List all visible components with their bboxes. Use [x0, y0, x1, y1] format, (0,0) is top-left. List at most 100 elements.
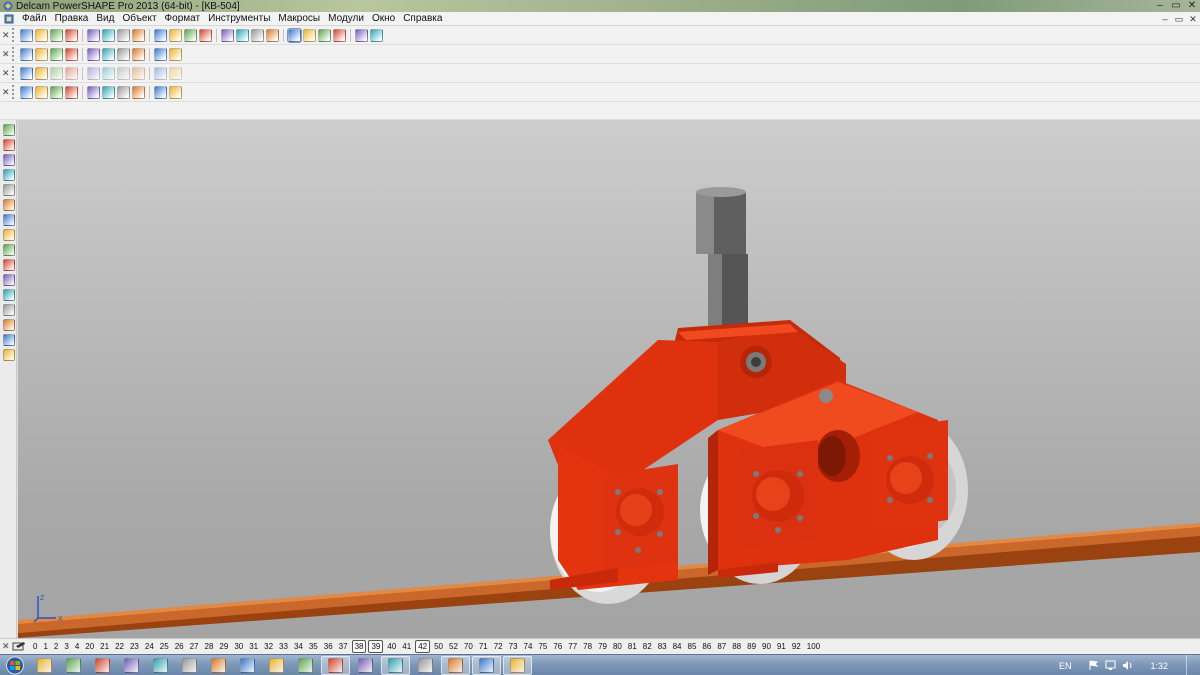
layer-32[interactable]: 32: [261, 641, 276, 652]
layer-40[interactable]: 40: [384, 641, 399, 652]
toolbar-grip[interactable]: [12, 28, 16, 42]
select-icon[interactable]: [3, 124, 15, 136]
layer-42[interactable]: 42: [415, 640, 431, 653]
layer-77[interactable]: 77: [565, 641, 580, 652]
taskbar-button-save-disk[interactable]: [352, 656, 379, 675]
curve-icon[interactable]: [3, 169, 15, 181]
layer-80[interactable]: 80: [610, 641, 625, 652]
minimize-button[interactable]: –: [1152, 0, 1168, 12]
vertical-shaft[interactable]: [696, 187, 748, 326]
layer-26[interactable]: 26: [172, 641, 187, 652]
layer-icon[interactable]: [132, 47, 145, 61]
curve-icon[interactable]: [221, 28, 234, 42]
layer-24[interactable]: 24: [142, 641, 157, 652]
render-icon[interactable]: [102, 47, 115, 61]
layer-0[interactable]: 0: [30, 641, 40, 652]
taskbar-button-explorer[interactable]: [31, 656, 58, 675]
layer-22[interactable]: 22: [112, 641, 127, 652]
menu-edit[interactable]: Правка: [51, 13, 93, 24]
toolbar-close-icon[interactable]: ✕: [2, 49, 10, 60]
layer-83[interactable]: 83: [655, 641, 670, 652]
extrude-icon[interactable]: [35, 66, 48, 80]
hub-center[interactable]: [738, 440, 818, 552]
menu-macros[interactable]: Макросы: [274, 13, 324, 24]
dimension-icon[interactable]: [3, 214, 15, 226]
toolbar-close-icon[interactable]: ✕: [2, 87, 10, 98]
layer-50[interactable]: 50: [431, 641, 446, 652]
powershape-app-icon[interactable]: [3, 1, 13, 11]
layer-73[interactable]: 73: [506, 641, 521, 652]
shade-icon[interactable]: [333, 28, 346, 42]
maximize-button[interactable]: ▭: [1168, 0, 1184, 12]
constraint-icon[interactable]: [117, 85, 130, 99]
workplane-icon[interactable]: [3, 244, 15, 256]
taskbar-button-image-viewer[interactable]: [321, 655, 350, 675]
solid-icon[interactable]: [251, 28, 264, 42]
revolve-icon[interactable]: [50, 66, 63, 80]
layer-21[interactable]: 21: [97, 641, 112, 652]
toolbar-grip[interactable]: [12, 66, 16, 80]
layer-82[interactable]: 82: [640, 641, 655, 652]
layer-91[interactable]: 91: [774, 641, 789, 652]
zoom-icon[interactable]: [287, 27, 302, 43]
layer-2[interactable]: 2: [51, 641, 61, 652]
text-icon[interactable]: [3, 229, 15, 241]
new-file-icon[interactable]: [20, 28, 33, 42]
layer-20[interactable]: 20: [82, 641, 97, 652]
layer-52[interactable]: 52: [446, 641, 461, 652]
layer-90[interactable]: 90: [759, 641, 774, 652]
mirror-icon[interactable]: [87, 85, 100, 99]
layer-100[interactable]: 100: [804, 641, 823, 652]
surface-icon[interactable]: [236, 28, 249, 42]
menu-object[interactable]: Объект: [118, 13, 160, 24]
layer-34[interactable]: 34: [291, 641, 306, 652]
circle-icon[interactable]: [199, 28, 212, 42]
toolbar-close-icon[interactable]: ✕: [2, 68, 10, 79]
intersect-icon[interactable]: [154, 66, 167, 80]
assembly-icon[interactable]: [3, 334, 15, 346]
rotate-part-icon[interactable]: [50, 85, 63, 99]
show-icon[interactable]: [169, 85, 182, 99]
layer-88[interactable]: 88: [729, 641, 744, 652]
menu-window[interactable]: Окно: [368, 13, 399, 24]
taskbar-button-video[interactable]: [292, 656, 319, 675]
layer-41[interactable]: 41: [399, 641, 414, 652]
layer-71[interactable]: 71: [476, 641, 491, 652]
volume-icon[interactable]: [1122, 660, 1133, 671]
taskbar-button-powershape[interactable]: [381, 655, 410, 675]
layer-76[interactable]: 76: [550, 641, 565, 652]
view-front-icon[interactable]: [35, 47, 48, 61]
view-iso-icon[interactable]: [65, 47, 78, 61]
layer-85[interactable]: 85: [685, 641, 700, 652]
layer-79[interactable]: 79: [595, 641, 610, 652]
layer-3[interactable]: 3: [61, 641, 71, 652]
select-part-icon[interactable]: [20, 85, 33, 99]
sheet-metal-icon[interactable]: [3, 304, 15, 316]
split-icon[interactable]: [169, 66, 182, 80]
menu-view[interactable]: Вид: [92, 13, 118, 24]
chamfer-icon[interactable]: [87, 66, 100, 80]
copy-part-icon[interactable]: [65, 85, 78, 99]
taskbar-button-notepad[interactable]: [205, 656, 232, 675]
clock[interactable]: 1:32: [1150, 661, 1168, 671]
layer-28[interactable]: 28: [202, 641, 217, 652]
copy-icon[interactable]: [102, 28, 115, 42]
doc-minimize-button[interactable]: –: [1158, 13, 1172, 25]
measure-icon[interactable]: [169, 47, 182, 61]
menu-format[interactable]: Формат: [161, 13, 205, 24]
select-icon[interactable]: [169, 28, 182, 42]
solid-icon[interactable]: [3, 199, 15, 211]
line-icon[interactable]: [3, 139, 15, 151]
taskbar-button-excel[interactable]: [118, 656, 145, 675]
layer-30[interactable]: 30: [231, 641, 246, 652]
taskbar-button-chart[interactable]: [412, 656, 439, 675]
view-right-icon[interactable]: [50, 47, 63, 61]
layer-36[interactable]: 36: [321, 641, 336, 652]
action-center-flag-icon[interactable]: [1088, 660, 1099, 671]
doc-restore-button[interactable]: ▭: [1172, 13, 1186, 25]
render-icon[interactable]: [3, 349, 15, 361]
array-icon[interactable]: [102, 85, 115, 99]
layer-4[interactable]: 4: [72, 641, 82, 652]
layer-23[interactable]: 23: [127, 641, 142, 652]
menu-help[interactable]: Справка: [399, 13, 446, 24]
